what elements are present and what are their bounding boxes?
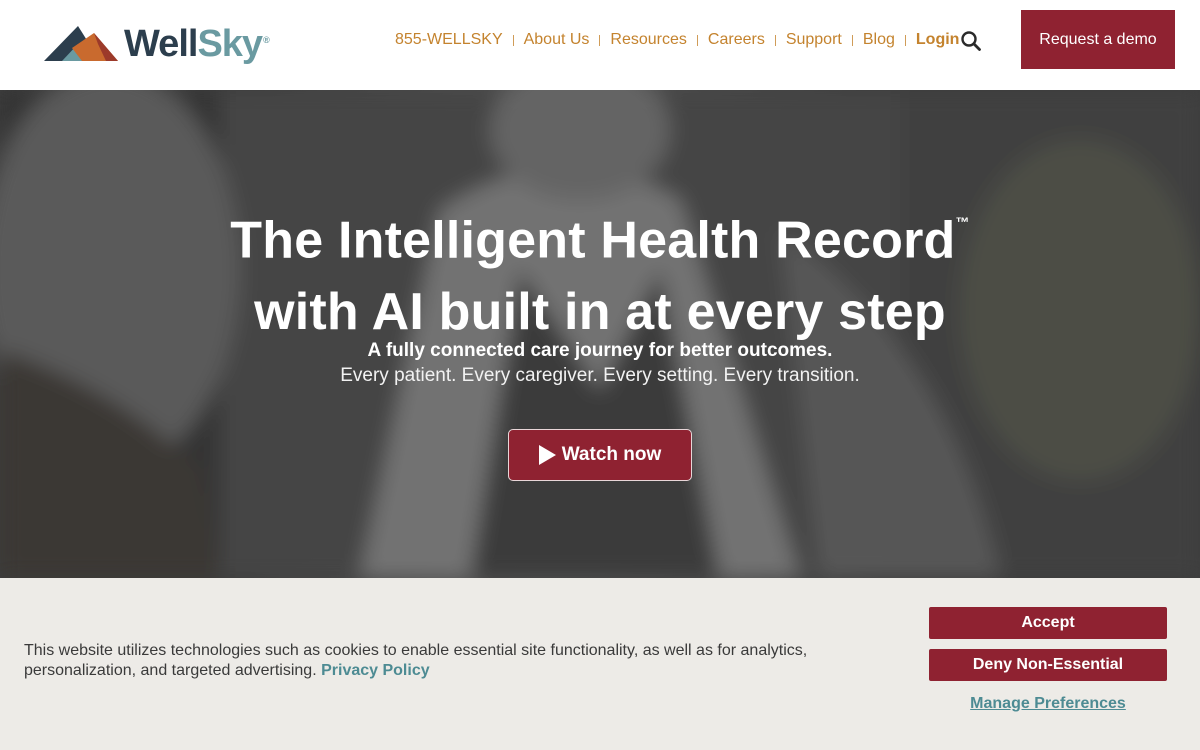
nav-phone[interactable]: 855-WELLSKY: [395, 30, 503, 50]
nav-divider: [851, 34, 853, 46]
manage-preferences-link[interactable]: Manage Preferences: [929, 695, 1167, 713]
hero-title-line1: The Intelligent Health Record™: [230, 211, 970, 270]
nav-about-us[interactable]: About Us: [524, 30, 590, 50]
search-button[interactable]: [958, 28, 984, 54]
hero-section: The Intelligent Health Record™ with AI b…: [0, 90, 1200, 578]
nav-support[interactable]: Support: [786, 30, 842, 50]
deny-non-essential-button[interactable]: Deny Non-Essential: [929, 649, 1167, 681]
hero-title-line2: with AI built in at every step: [254, 283, 946, 342]
accept-cookies-button[interactable]: Accept: [929, 607, 1167, 639]
hero-subtitle: Every patient. Every caregiver. Every se…: [340, 365, 860, 386]
nav-divider: [512, 34, 514, 46]
nav-divider: [696, 34, 698, 46]
nav-resources[interactable]: Resources: [610, 30, 686, 50]
nav-divider: [599, 34, 601, 46]
request-demo-button[interactable]: Request a demo: [1021, 10, 1175, 69]
search-icon: [961, 31, 981, 51]
site-header: WellSky® 855-WELLSKY About Us Resources …: [0, 0, 1200, 90]
hero-title: The Intelligent Health Record™ with AI b…: [0, 198, 1200, 348]
nav-blog[interactable]: Blog: [863, 30, 895, 50]
play-icon: [538, 445, 556, 465]
cookie-banner: This website utilizes technologies such …: [0, 578, 1200, 750]
mountain-logo-icon: [44, 26, 118, 61]
trademark-symbol: ™: [955, 214, 970, 230]
logo-wordmark: WellSky®: [124, 23, 270, 65]
nav-divider: [774, 34, 776, 46]
wellsky-logo[interactable]: WellSky®: [44, 20, 270, 68]
watch-now-label: Watch now: [561, 444, 662, 465]
top-nav: 855-WELLSKY About Us Resources Careers S…: [395, 30, 959, 50]
watch-now-button[interactable]: Watch now: [508, 429, 692, 481]
privacy-policy-link[interactable]: Privacy Policy: [321, 662, 430, 679]
hero-subtitle-strong: A fully connected care journey for bette…: [367, 340, 833, 361]
cookie-message: This website utilizes technologies such …: [24, 641, 864, 681]
nav-careers[interactable]: Careers: [708, 30, 765, 50]
nav-login[interactable]: Login: [916, 30, 960, 50]
nav-divider: [904, 34, 906, 46]
